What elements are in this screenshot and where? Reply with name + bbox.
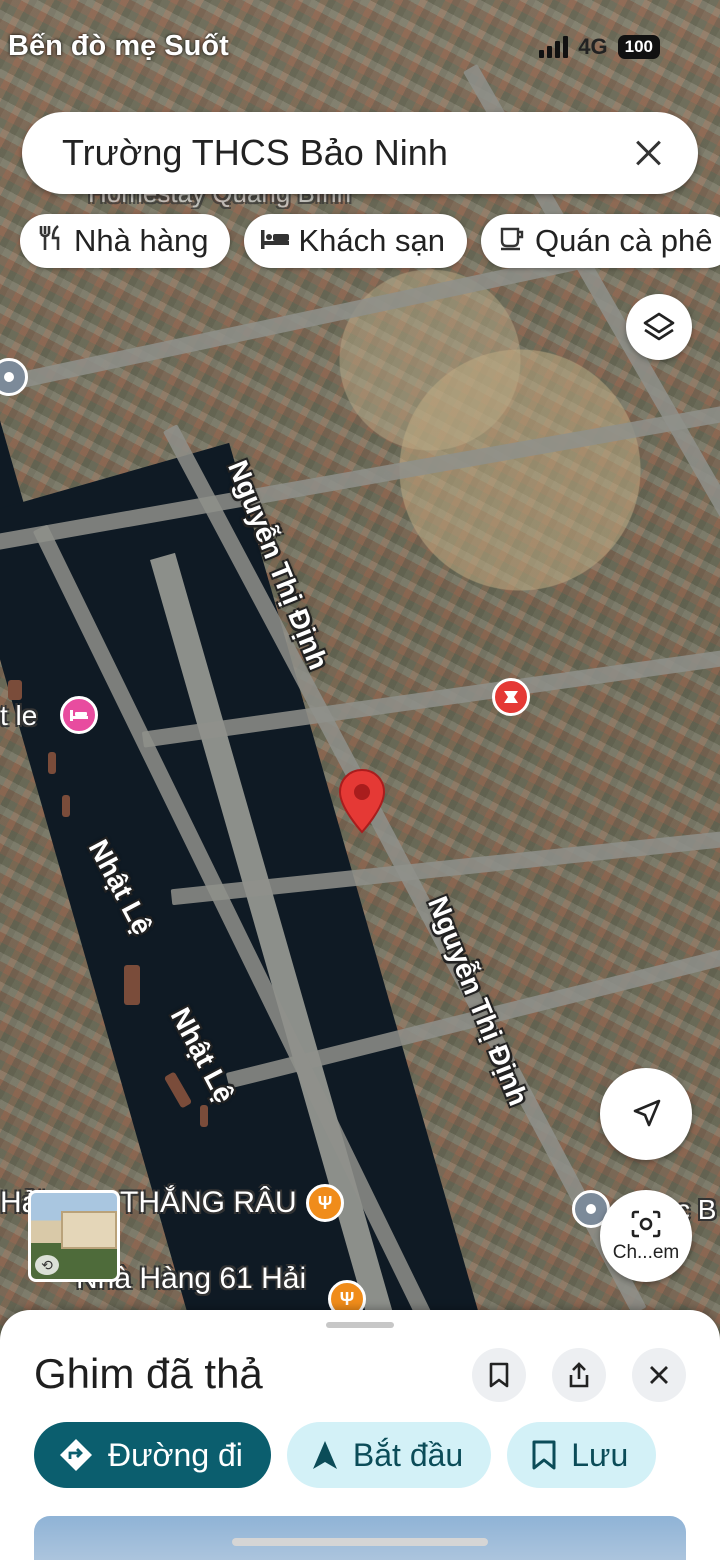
save-button[interactable]: Lưu xyxy=(507,1422,657,1488)
chip-label: Khách sạn xyxy=(298,223,445,258)
chip-label: Quán cà phê xyxy=(534,223,713,258)
drag-handle[interactable] xyxy=(326,1322,394,1328)
network-type: 4G xyxy=(578,34,608,59)
directions-icon xyxy=(60,1439,92,1471)
action-label: Lưu xyxy=(571,1436,629,1473)
directions-button[interactable]: Đường đi xyxy=(34,1422,271,1488)
action-label: Đường đi xyxy=(108,1436,243,1473)
my-location-button[interactable] xyxy=(600,1068,692,1160)
navigation-arrow-icon xyxy=(312,1441,337,1469)
status-carrier: Bến đò mẹ Suốt xyxy=(8,30,229,62)
layers-icon xyxy=(643,312,675,341)
close-sheet-button[interactable] xyxy=(632,1348,686,1402)
street-view-thumbnail[interactable]: ⟲ xyxy=(28,1190,120,1282)
save-icon-button[interactable] xyxy=(472,1348,526,1402)
search-query[interactable]: Trường THCS Bảo Ninh xyxy=(62,132,628,174)
battery-icon: 100 xyxy=(617,35,660,59)
restaurant-marker-icon[interactable]: Ψ xyxy=(306,1184,344,1222)
boat xyxy=(62,795,70,817)
close-icon xyxy=(650,1366,668,1384)
bookmark-icon xyxy=(532,1440,556,1470)
boat xyxy=(200,1105,208,1127)
signal-icon xyxy=(539,36,569,58)
lens-search-button[interactable]: Ch...em xyxy=(600,1190,692,1282)
dropped-pin-icon[interactable] xyxy=(338,768,386,834)
share-icon xyxy=(569,1362,589,1388)
cafe-icon xyxy=(497,225,527,258)
boat xyxy=(124,965,140,1005)
hotel-icon xyxy=(260,226,290,257)
category-chips: Nhà hàng Khách sạn Quán cà phê xyxy=(20,214,720,268)
lens-label: Ch...em xyxy=(612,1242,680,1263)
action-buttons: Đường đi Bắt đầu Lưu xyxy=(34,1422,657,1488)
camera-search-icon xyxy=(631,1210,661,1238)
rotate-360-icon: ⟲ xyxy=(35,1255,59,1275)
share-button[interactable] xyxy=(552,1348,606,1402)
hotel-marker-icon[interactable] xyxy=(60,696,98,734)
place-title: Ghim đã thả xyxy=(34,1350,263,1397)
boat xyxy=(8,680,22,700)
search-bar[interactable]: Trường THCS Bảo Ninh xyxy=(22,112,698,194)
poi-label: t le xyxy=(0,700,38,731)
navigation-arrow-icon xyxy=(633,1099,661,1127)
location-marker-icon[interactable] xyxy=(0,358,28,396)
close-icon[interactable] xyxy=(628,133,668,173)
place-bottom-sheet[interactable]: Ghim đã thả Đường đi Bắt đầu Lưu xyxy=(0,1310,720,1560)
bookmark-icon xyxy=(489,1362,509,1388)
action-label: Bắt đầu xyxy=(352,1436,464,1473)
chip-cafes[interactable]: Quán cà phê xyxy=(480,214,720,268)
restaurant-icon xyxy=(36,224,66,259)
status-indicators: 4G 100 xyxy=(539,34,660,60)
layers-button[interactable] xyxy=(626,294,692,360)
street-view-image xyxy=(61,1211,117,1249)
landmark-marker-icon[interactable] xyxy=(492,678,530,716)
status-bar: Bến đò mẹ Suốt 4G 100 xyxy=(0,0,720,90)
home-indicator[interactable] xyxy=(232,1538,488,1546)
chip-restaurants[interactable]: Nhà hàng xyxy=(20,214,231,268)
poi-label: THẮNG RÂU xyxy=(120,1186,297,1219)
chip-hotels[interactable]: Khách sạn xyxy=(244,214,467,268)
boat xyxy=(48,752,56,774)
chip-label: Nhà hàng xyxy=(74,223,209,258)
start-button[interactable]: Bắt đầu xyxy=(286,1422,492,1488)
